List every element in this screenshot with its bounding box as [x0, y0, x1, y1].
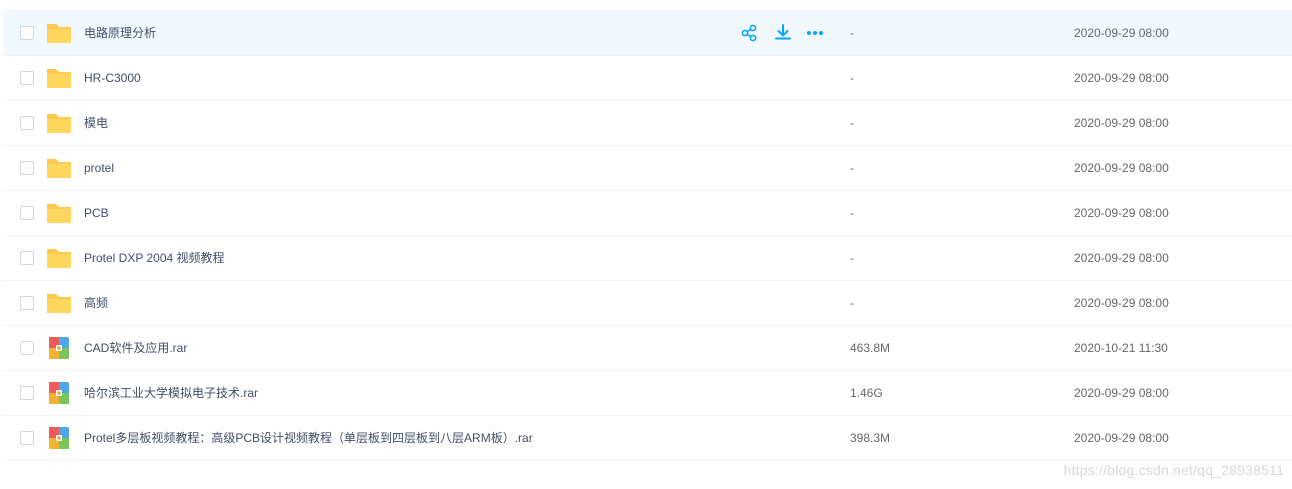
row-checkbox[interactable] [20, 296, 34, 310]
file-row[interactable]: 模电 - 2020-09-29 08:00 [3, 101, 1292, 146]
modified-time: 2020-09-29 08:00 [1074, 26, 1169, 40]
file-name[interactable]: Protel DXP 2004 视频教程 [84, 251, 225, 265]
folder-icon [47, 24, 71, 43]
file-size: - [850, 26, 854, 40]
modified-time: 2020-09-29 08:00 [1074, 386, 1169, 400]
modified-time: 2020-09-29 08:00 [1074, 71, 1169, 85]
row-checkbox[interactable] [20, 206, 34, 220]
file-row[interactable]: Protel多层板视频教程：高级PCB设计视频教程（单层板到四层板到八层ARM板… [3, 416, 1292, 461]
folder-icon [47, 249, 71, 268]
file-size: - [850, 161, 854, 175]
file-name[interactable]: 高频 [84, 296, 108, 310]
folder-icon [47, 204, 71, 223]
row-checkbox[interactable] [20, 431, 34, 445]
file-name[interactable]: 哈尔滨工业大学模拟电子技术.rar [84, 386, 258, 400]
file-name[interactable]: Protel多层板视频教程：高级PCB设计视频教程（单层板到四层板到八层ARM板… [84, 431, 533, 445]
download-icon[interactable] [773, 23, 793, 43]
modified-time: 2020-10-21 11:30 [1074, 341, 1168, 355]
file-row[interactable]: PCB - 2020-09-29 08:00 [3, 191, 1292, 236]
file-size: - [850, 116, 854, 130]
file-size: 398.3M [850, 431, 891, 445]
file-row[interactable]: HR-C3000 - 2020-09-29 08:00 [3, 56, 1292, 101]
file-name[interactable]: 模电 [84, 116, 108, 130]
file-row[interactable]: 电路原理分析 - 2020-09-29 08:00 [3, 10, 1292, 56]
file-list: 电路原理分析 - 2020-09-29 08:00 HR-C3000 - 202… [3, 10, 1292, 461]
file-row[interactable]: protel - 2020-09-29 08:00 [3, 146, 1292, 191]
file-size: 463.8M [850, 341, 891, 355]
modified-time: 2020-09-29 08:00 [1074, 251, 1169, 265]
rar-archive-icon [49, 427, 69, 449]
file-size: 1.46G [850, 386, 883, 400]
row-checkbox[interactable] [20, 386, 34, 400]
modified-time: 2020-09-29 08:00 [1074, 431, 1169, 445]
file-row[interactable]: Protel DXP 2004 视频教程 - 2020-09-29 08:00 [3, 236, 1292, 281]
row-checkbox[interactable] [20, 341, 34, 355]
row-checkbox[interactable] [20, 251, 34, 265]
file-name[interactable]: 电路原理分析 [84, 26, 156, 40]
modified-time: 2020-09-29 08:00 [1074, 161, 1169, 175]
file-size: - [850, 296, 854, 310]
rar-archive-icon [49, 337, 69, 359]
folder-icon [47, 69, 71, 88]
file-name[interactable]: HR-C3000 [84, 71, 141, 85]
file-name[interactable]: protel [84, 161, 114, 175]
row-checkbox[interactable] [20, 116, 34, 130]
folder-icon [47, 159, 71, 178]
file-row[interactable]: CAD软件及应用.rar 463.8M 2020-10-21 11:30 [3, 326, 1292, 371]
more-icon[interactable] [805, 23, 825, 43]
watermark: https://blog.csdn.net/qq_28938511 [1063, 462, 1284, 478]
file-size: - [850, 71, 854, 85]
modified-time: 2020-09-29 08:00 [1074, 116, 1169, 130]
folder-icon [47, 294, 71, 313]
file-size: - [850, 206, 854, 220]
file-row[interactable]: 高频 - 2020-09-29 08:00 [3, 281, 1292, 326]
file-name[interactable]: CAD软件及应用.rar [84, 341, 187, 355]
row-checkbox[interactable] [20, 71, 34, 85]
row-checkbox[interactable] [20, 161, 34, 175]
share-icon[interactable] [739, 23, 759, 43]
row-checkbox[interactable] [20, 26, 34, 40]
modified-time: 2020-09-29 08:00 [1074, 296, 1169, 310]
folder-icon [47, 114, 71, 133]
file-name[interactable]: PCB [84, 206, 109, 220]
file-row[interactable]: 哈尔滨工业大学模拟电子技术.rar 1.46G 2020-09-29 08:00 [3, 371, 1292, 416]
rar-archive-icon [49, 382, 69, 404]
file-size: - [850, 251, 854, 265]
modified-time: 2020-09-29 08:00 [1074, 206, 1169, 220]
